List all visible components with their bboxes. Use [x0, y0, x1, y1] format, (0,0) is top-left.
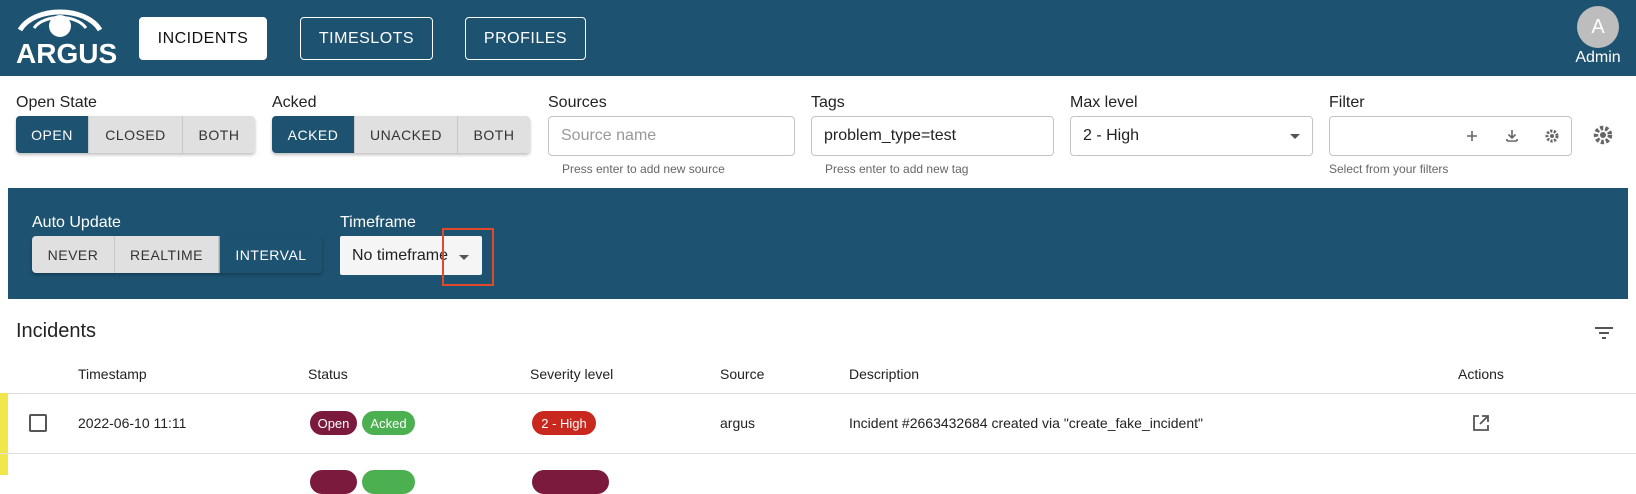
auto-update-interval-button[interactable]: INTERVAL [219, 236, 322, 273]
timeframe-value: No timeframe [352, 246, 449, 264]
status-open-badge [310, 470, 357, 494]
column-header-timestamp[interactable]: Timestamp [78, 366, 147, 382]
incidents-title: Incidents [16, 320, 97, 342]
nav-profiles-button[interactable]: PROFILES [465, 17, 586, 60]
avatar[interactable]: A [1577, 6, 1619, 48]
acked-toggle-group: ACKED UNACKED BOTH [272, 116, 530, 153]
acked-unacked-button[interactable]: UNACKED [355, 116, 458, 153]
row-source: argus [720, 415, 756, 431]
dropdown-caret-icon [1290, 134, 1300, 139]
row-description: Incident #2663432684 created via "create… [849, 415, 1203, 431]
column-header-description[interactable]: Description [849, 366, 919, 382]
max-level-label: Max level [1070, 94, 1138, 111]
sources-input[interactable]: Source name [548, 116, 795, 156]
max-level-select[interactable]: 2 - High [1070, 116, 1313, 156]
column-header-actions: Actions [1458, 366, 1504, 382]
auto-update-label: Auto Update [32, 214, 121, 231]
auto-update-realtime-button[interactable]: REALTIME [115, 236, 219, 273]
auto-update-toggle-group: NEVER REALTIME INTERVAL [32, 236, 322, 273]
header-divider [0, 393, 1636, 394]
nav-incidents-button[interactable]: INCIDENTS [139, 17, 267, 60]
timeframe-label: Timeframe [340, 214, 416, 231]
open-state-open-button[interactable]: OPEN [16, 116, 89, 153]
tags-label: Tags [811, 94, 845, 111]
gear-icon[interactable] [1544, 128, 1560, 144]
logo-text[interactable]: ARGUS [16, 38, 117, 70]
acked-label: Acked [272, 94, 317, 111]
sources-label: Sources [548, 94, 607, 111]
download-icon[interactable] [1504, 128, 1520, 144]
filter-label: Filter [1329, 94, 1365, 111]
column-header-source[interactable]: Source [720, 366, 764, 382]
top-app-bar: ARGUS INCIDENTS TIMESLOTS PROFILES A Adm… [0, 0, 1636, 76]
status-acked-badge: Acked [362, 411, 415, 435]
open-state-toggle-group: OPEN CLOSED BOTH [16, 116, 255, 153]
sources-helper-text: Press enter to add new source [562, 162, 725, 176]
filter-select[interactable] [1329, 116, 1572, 156]
plus-icon[interactable] [1464, 128, 1480, 144]
open-state-label: Open State [16, 94, 97, 111]
auto-update-never-button[interactable]: NEVER [32, 236, 115, 273]
filter-helper-text: Select from your filters [1329, 162, 1449, 176]
tags-input[interactable]: problem_type=test [811, 116, 1054, 156]
status-open-badge: Open [310, 411, 357, 435]
tags-value: problem_type=test [824, 127, 957, 144]
highlight-box [442, 228, 494, 286]
column-header-status[interactable]: Status [308, 366, 348, 382]
user-label[interactable]: Admin [1562, 49, 1634, 67]
nav-timeslots-button[interactable]: TIMESLOTS [300, 17, 433, 60]
severity-badge [532, 470, 609, 494]
tags-helper-text: Press enter to add new tag [825, 162, 969, 176]
open-in-new-icon[interactable] [1471, 413, 1491, 433]
row-severity-accent [0, 454, 8, 475]
open-state-both-button[interactable]: BOTH [183, 116, 255, 153]
filter-list-icon[interactable] [1593, 324, 1615, 342]
open-state-closed-button[interactable]: CLOSED [89, 116, 183, 153]
row-timestamp: 2022-06-10 11:11 [78, 415, 187, 431]
max-level-value: 2 - High [1083, 127, 1140, 144]
acked-acked-button[interactable]: ACKED [272, 116, 355, 153]
status-acked-badge [362, 470, 415, 494]
column-header-severity[interactable]: Severity level [530, 366, 613, 382]
severity-badge: 2 - High [532, 411, 596, 435]
settings-icon[interactable] [1592, 124, 1614, 146]
acked-both-button[interactable]: BOTH [458, 116, 530, 153]
sources-placeholder: Source name [561, 127, 657, 144]
row-divider [0, 453, 1636, 454]
row-checkbox[interactable] [29, 414, 47, 432]
